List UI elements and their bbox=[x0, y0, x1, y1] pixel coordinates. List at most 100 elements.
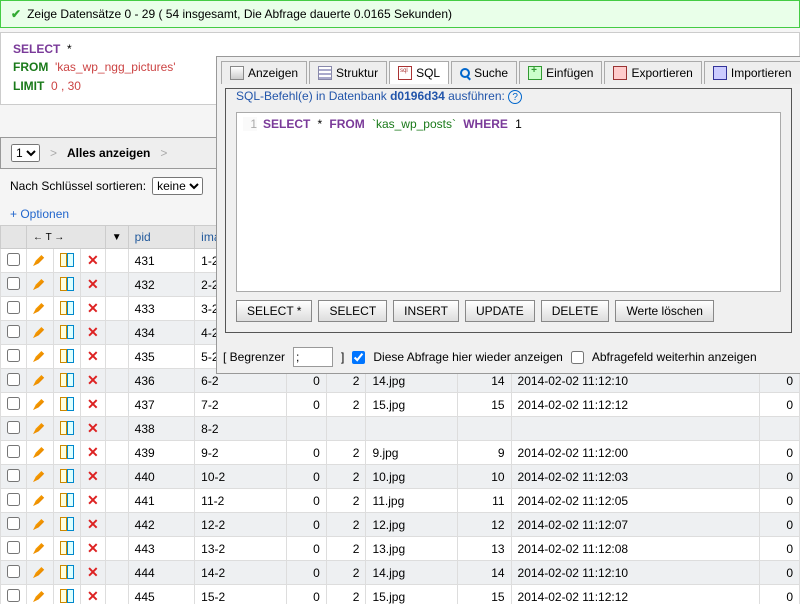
sql-dialog: Anzeigen Struktur SQL Suche Einfügen Exp… bbox=[216, 56, 800, 374]
row-checkbox[interactable] bbox=[7, 373, 20, 386]
row-checkbox[interactable] bbox=[7, 253, 20, 266]
row-checkbox[interactable] bbox=[7, 469, 20, 482]
delete-icon[interactable]: ✕ bbox=[87, 276, 99, 292]
sql-textarea[interactable]: 1SELECT * FROM `kas_wp_posts` WHERE 1 bbox=[236, 112, 781, 292]
export-icon bbox=[613, 66, 627, 80]
cell-pid: 443 bbox=[128, 537, 195, 561]
select-button[interactable]: SELECT bbox=[318, 300, 387, 322]
row-checkbox[interactable] bbox=[7, 397, 20, 410]
cell-pid: 439 bbox=[128, 441, 195, 465]
inline-edit-icon[interactable] bbox=[60, 469, 74, 481]
import-icon bbox=[713, 66, 727, 80]
delete-icon[interactable]: ✕ bbox=[87, 492, 99, 508]
edit-icon[interactable] bbox=[33, 516, 47, 530]
delete-icon[interactable]: ✕ bbox=[87, 372, 99, 388]
inline-edit-icon[interactable] bbox=[60, 301, 74, 313]
row-checkbox[interactable] bbox=[7, 421, 20, 434]
edit-icon[interactable] bbox=[33, 276, 47, 290]
row-checkbox[interactable] bbox=[7, 541, 20, 554]
row-checkbox[interactable] bbox=[7, 325, 20, 338]
inline-edit-icon[interactable] bbox=[60, 541, 74, 553]
edit-icon[interactable] bbox=[33, 540, 47, 554]
inline-edit-icon[interactable] bbox=[60, 277, 74, 289]
tab-import[interactable]: Importieren bbox=[704, 61, 800, 84]
cell-pid: 441 bbox=[128, 489, 195, 513]
inline-edit-icon[interactable] bbox=[60, 589, 74, 601]
delete-button[interactable]: DELETE bbox=[541, 300, 610, 322]
table-row: ✕4399-2029.jpg92014-02-02 11:12:000 bbox=[1, 441, 800, 465]
edit-icon[interactable] bbox=[33, 420, 47, 434]
dialog-tabs: Anzeigen Struktur SQL Suche Einfügen Exp… bbox=[217, 57, 800, 84]
inline-edit-icon[interactable] bbox=[60, 349, 74, 361]
select-star-button[interactable]: SELECT * bbox=[236, 300, 312, 322]
tab-sql[interactable]: SQL bbox=[389, 61, 449, 84]
inline-edit-icon[interactable] bbox=[60, 493, 74, 505]
delete-icon[interactable]: ✕ bbox=[87, 444, 99, 460]
delete-icon[interactable]: ✕ bbox=[87, 516, 99, 532]
edit-icon[interactable] bbox=[33, 468, 47, 482]
update-button[interactable]: UPDATE bbox=[465, 300, 535, 322]
delete-icon[interactable]: ✕ bbox=[87, 564, 99, 580]
edit-icon[interactable] bbox=[33, 564, 47, 578]
row-checkbox[interactable] bbox=[7, 301, 20, 314]
delimiter-input[interactable] bbox=[293, 347, 333, 367]
page-select[interactable]: 1 bbox=[11, 144, 40, 162]
inline-edit-icon[interactable] bbox=[60, 325, 74, 337]
keep-box-checkbox[interactable] bbox=[571, 351, 584, 364]
edit-icon[interactable] bbox=[33, 324, 47, 338]
edit-icon[interactable] bbox=[33, 492, 47, 506]
inline-edit-icon[interactable] bbox=[60, 565, 74, 577]
delete-icon[interactable]: ✕ bbox=[87, 420, 99, 436]
inline-edit-icon[interactable] bbox=[60, 373, 74, 385]
delete-icon[interactable]: ✕ bbox=[87, 324, 99, 340]
delete-icon[interactable]: ✕ bbox=[87, 252, 99, 268]
edit-icon[interactable] bbox=[33, 396, 47, 410]
inline-edit-icon[interactable] bbox=[60, 421, 74, 433]
sql-icon bbox=[398, 66, 412, 80]
row-checkbox[interactable] bbox=[7, 517, 20, 530]
edit-icon[interactable] bbox=[33, 444, 47, 458]
row-checkbox[interactable] bbox=[7, 277, 20, 290]
clear-button[interactable]: Werte löschen bbox=[615, 300, 713, 322]
edit-icon[interactable] bbox=[33, 588, 47, 602]
cell-pid: 440 bbox=[128, 465, 195, 489]
show-again-checkbox[interactable] bbox=[352, 351, 365, 364]
delete-icon[interactable]: ✕ bbox=[87, 540, 99, 556]
tab-export[interactable]: Exportieren bbox=[604, 61, 701, 84]
tab-structure[interactable]: Struktur bbox=[309, 61, 387, 84]
row-checkbox[interactable] bbox=[7, 565, 20, 578]
sort-label: Nach Schlüssel sortieren: bbox=[10, 179, 146, 193]
delete-icon[interactable]: ✕ bbox=[87, 348, 99, 364]
cell-pid: 444 bbox=[128, 561, 195, 585]
show-again-label: Diese Abfrage hier wieder anzeigen bbox=[373, 350, 562, 364]
edit-icon[interactable] bbox=[33, 252, 47, 266]
tab-search[interactable]: Suche bbox=[451, 61, 517, 84]
cell-image: 10-2 bbox=[195, 465, 287, 489]
fieldset-legend: SQL-Befehl(e) in Datenbank d0196d34 ausf… bbox=[232, 89, 526, 104]
delete-icon[interactable]: ✕ bbox=[87, 468, 99, 484]
sort-select[interactable]: keine bbox=[152, 177, 203, 195]
row-checkbox[interactable] bbox=[7, 493, 20, 506]
delete-icon[interactable]: ✕ bbox=[87, 300, 99, 316]
delete-icon[interactable]: ✕ bbox=[87, 396, 99, 412]
delete-icon[interactable]: ✕ bbox=[87, 588, 99, 604]
search-icon bbox=[460, 68, 470, 78]
row-checkbox[interactable] bbox=[7, 445, 20, 458]
inline-edit-icon[interactable] bbox=[60, 397, 74, 409]
check-icon: ✔ bbox=[11, 7, 21, 21]
help-icon[interactable]: ? bbox=[508, 90, 522, 104]
inline-edit-icon[interactable] bbox=[60, 253, 74, 265]
cell-image: 7-2 bbox=[195, 393, 287, 417]
tab-browse[interactable]: Anzeigen bbox=[221, 61, 307, 84]
edit-icon[interactable] bbox=[33, 348, 47, 362]
edit-icon[interactable] bbox=[33, 372, 47, 386]
tab-insert[interactable]: Einfügen bbox=[519, 61, 602, 84]
pid-header[interactable]: pid bbox=[128, 226, 195, 249]
edit-icon[interactable] bbox=[33, 300, 47, 314]
inline-edit-icon[interactable] bbox=[60, 445, 74, 457]
row-checkbox[interactable] bbox=[7, 349, 20, 362]
sort-down-header[interactable]: ▼ bbox=[105, 226, 128, 249]
table-row: ✕44515-20215.jpg152014-02-02 11:12:120 bbox=[1, 585, 800, 604]
insert-button[interactable]: INSERT bbox=[393, 300, 459, 322]
inline-edit-icon[interactable] bbox=[60, 517, 74, 529]
